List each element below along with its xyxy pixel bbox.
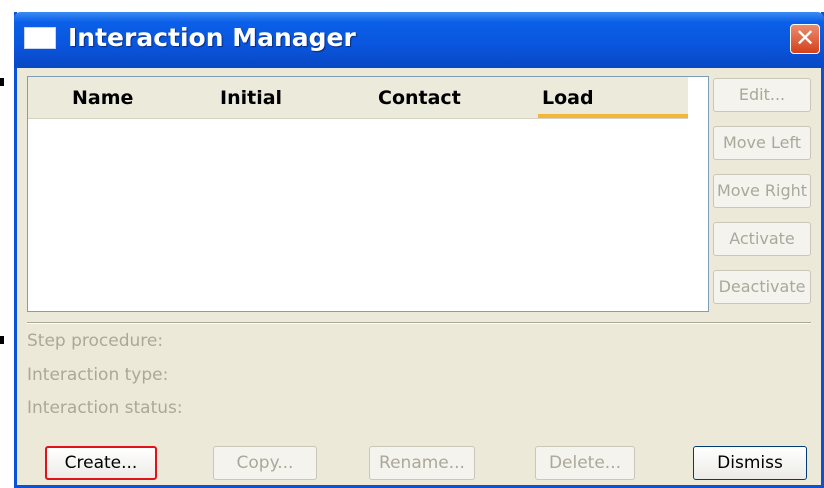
step-procedure-label: Step procedure: (27, 331, 164, 351)
title-bar[interactable]: Interaction Manager ✕ (14, 12, 824, 68)
separator (27, 322, 811, 324)
delete-button[interactable]: Delete... (535, 446, 635, 480)
active-column-indicator (538, 114, 688, 118)
move-left-button[interactable]: Move Left (713, 126, 811, 160)
interaction-type-label: Interaction type: (27, 365, 169, 385)
window-icon (24, 27, 56, 49)
deactivate-button[interactable]: Deactivate (713, 270, 811, 304)
column-header-contact[interactable]: Contact (378, 87, 461, 109)
rename-button[interactable]: Rename... (369, 446, 475, 480)
interaction-table[interactable]: Name Initial Contact Load (27, 76, 709, 312)
edge-mark (0, 336, 4, 344)
create-button[interactable]: Create... (45, 446, 157, 480)
window-title: Interaction Manager (68, 23, 356, 52)
copy-button[interactable]: Copy... (213, 446, 317, 480)
interaction-manager-dialog: Interaction Manager ✕ Name Initial Conta… (14, 12, 824, 488)
interaction-status-label: Interaction status: (27, 398, 183, 418)
edit-button[interactable]: Edit... (713, 78, 811, 112)
column-header-name[interactable]: Name (72, 87, 133, 109)
column-header-initial[interactable]: Initial (220, 87, 282, 109)
activate-button[interactable]: Activate (713, 222, 811, 256)
move-right-button[interactable]: Move Right (713, 174, 811, 208)
column-header-load[interactable]: Load (542, 87, 594, 109)
table-header: Name Initial Contact Load (28, 77, 688, 119)
close-button[interactable]: ✕ (790, 24, 820, 54)
dismiss-button[interactable]: Dismiss (693, 446, 807, 480)
edge-mark (0, 78, 4, 86)
